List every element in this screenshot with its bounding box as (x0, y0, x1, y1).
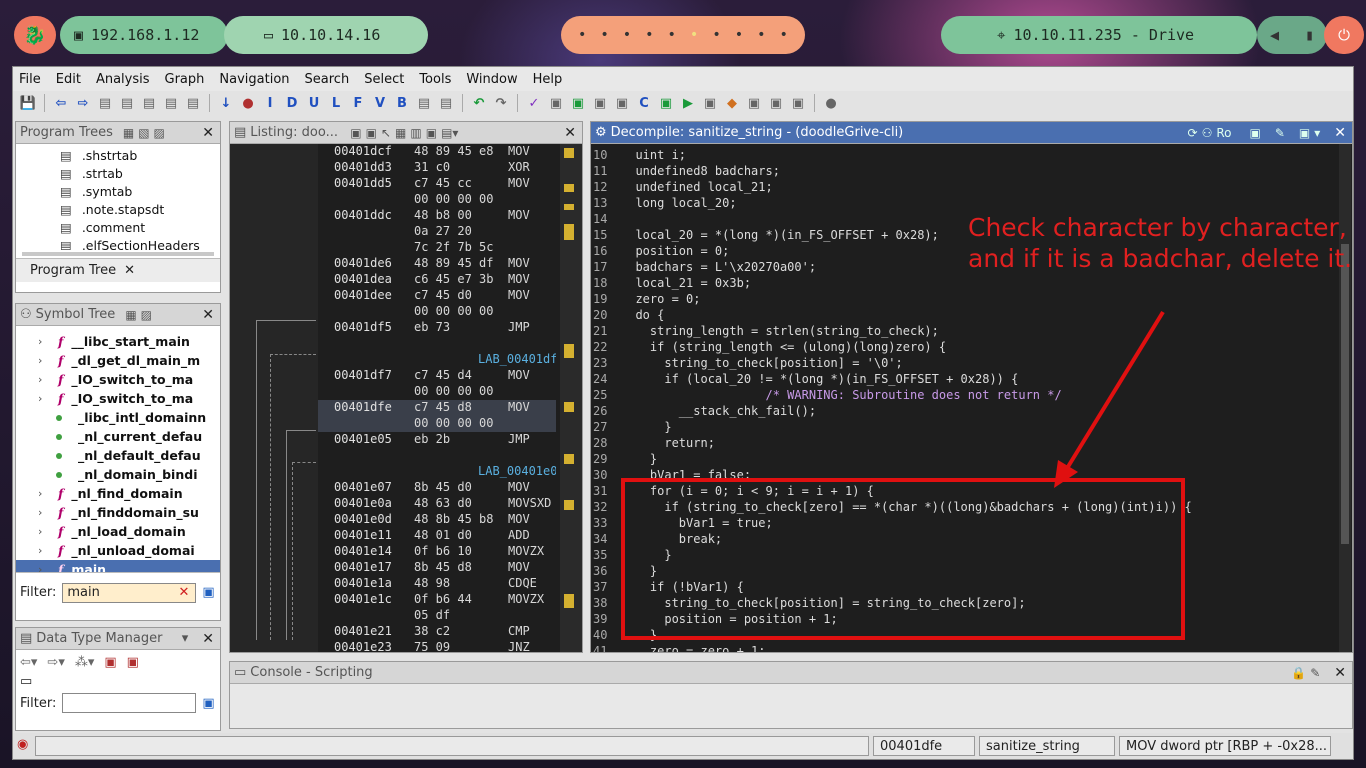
annotation-highlight-box (621, 478, 1185, 640)
annotation-arrow (1054, 310, 1165, 488)
